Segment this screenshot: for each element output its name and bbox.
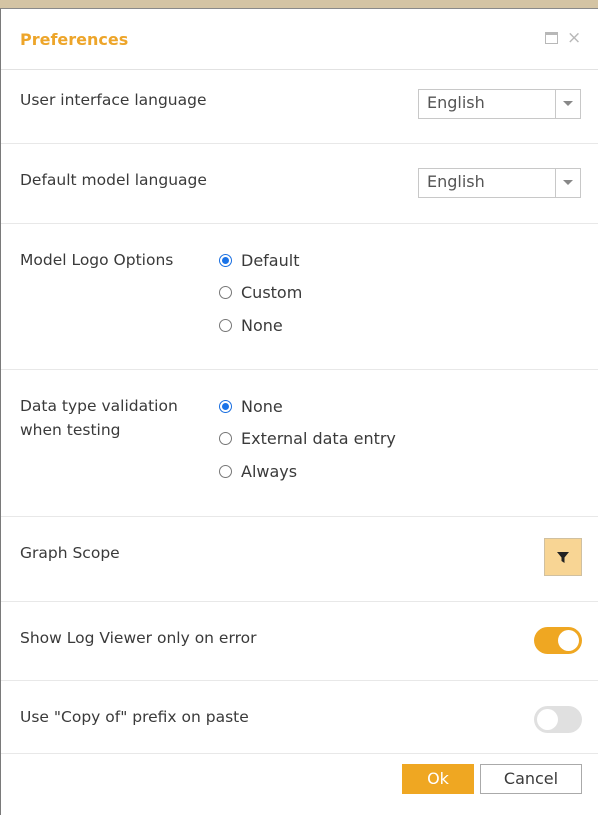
radio-label: None	[241, 316, 283, 335]
radio-label: Always	[241, 462, 298, 481]
chevron-down-icon	[563, 101, 573, 106]
radio-label: Default	[241, 251, 300, 270]
radio-button-icon	[219, 400, 232, 413]
row-model-language: Default model language English	[1, 144, 598, 224]
chevron-down-icon	[563, 180, 573, 185]
row-ui-language: User interface language English	[1, 70, 598, 144]
toggle-knob	[558, 630, 579, 651]
radio-label: Custom	[241, 283, 303, 302]
ok-button[interactable]: Ok	[402, 764, 474, 794]
row-copy-prefix: Use "Copy of" prefix on paste	[1, 681, 598, 754]
row-logo-options: Model Logo Options Default Custom None	[1, 224, 598, 370]
row-graph-scope: Graph Scope	[1, 517, 598, 602]
row-log-viewer: Show Log Viewer only on error	[1, 602, 598, 681]
graph-scope-label: Graph Scope	[20, 544, 120, 562]
preferences-dialog: Preferences × User interface language En…	[0, 8, 598, 815]
copy-prefix-label: Use "Copy of" prefix on paste	[20, 708, 249, 726]
ui-language-label: User interface language	[20, 91, 207, 109]
radio-label: None	[241, 397, 283, 416]
cancel-button[interactable]: Cancel	[480, 764, 582, 794]
dropdown-toggle[interactable]	[555, 169, 580, 197]
radio-label: External data entry	[241, 429, 396, 448]
radio-button-icon	[219, 465, 232, 478]
model-language-value: English	[427, 172, 485, 191]
toggle-knob	[537, 709, 558, 730]
validation-label-line1: Data type validation	[20, 397, 178, 415]
radio-button-icon	[219, 319, 232, 332]
model-language-label: Default model language	[20, 171, 207, 189]
model-language-select[interactable]: English	[418, 168, 581, 198]
radio-button-icon	[219, 432, 232, 445]
log-viewer-label: Show Log Viewer only on error	[20, 629, 257, 647]
radio-button-icon	[219, 254, 232, 267]
dialog-title: Preferences	[20, 30, 129, 49]
dialog-header: Preferences ×	[1, 9, 598, 70]
logo-options-label: Model Logo Options	[20, 251, 174, 269]
ui-language-value: English	[427, 93, 485, 112]
copy-prefix-toggle[interactable]	[534, 706, 582, 733]
dropdown-toggle[interactable]	[555, 90, 580, 118]
log-viewer-toggle[interactable]	[534, 627, 582, 654]
validation-label-line2: when testing	[20, 421, 121, 439]
window-maximize-icon[interactable]	[545, 32, 558, 44]
close-icon[interactable]: ×	[567, 28, 581, 48]
radio-button-icon	[219, 286, 232, 299]
filter-icon	[557, 552, 569, 563]
row-data-validation: Data type validation when testing None E…	[1, 370, 598, 517]
ui-language-select[interactable]: English	[418, 89, 581, 119]
graph-scope-filter-button[interactable]	[544, 538, 582, 576]
